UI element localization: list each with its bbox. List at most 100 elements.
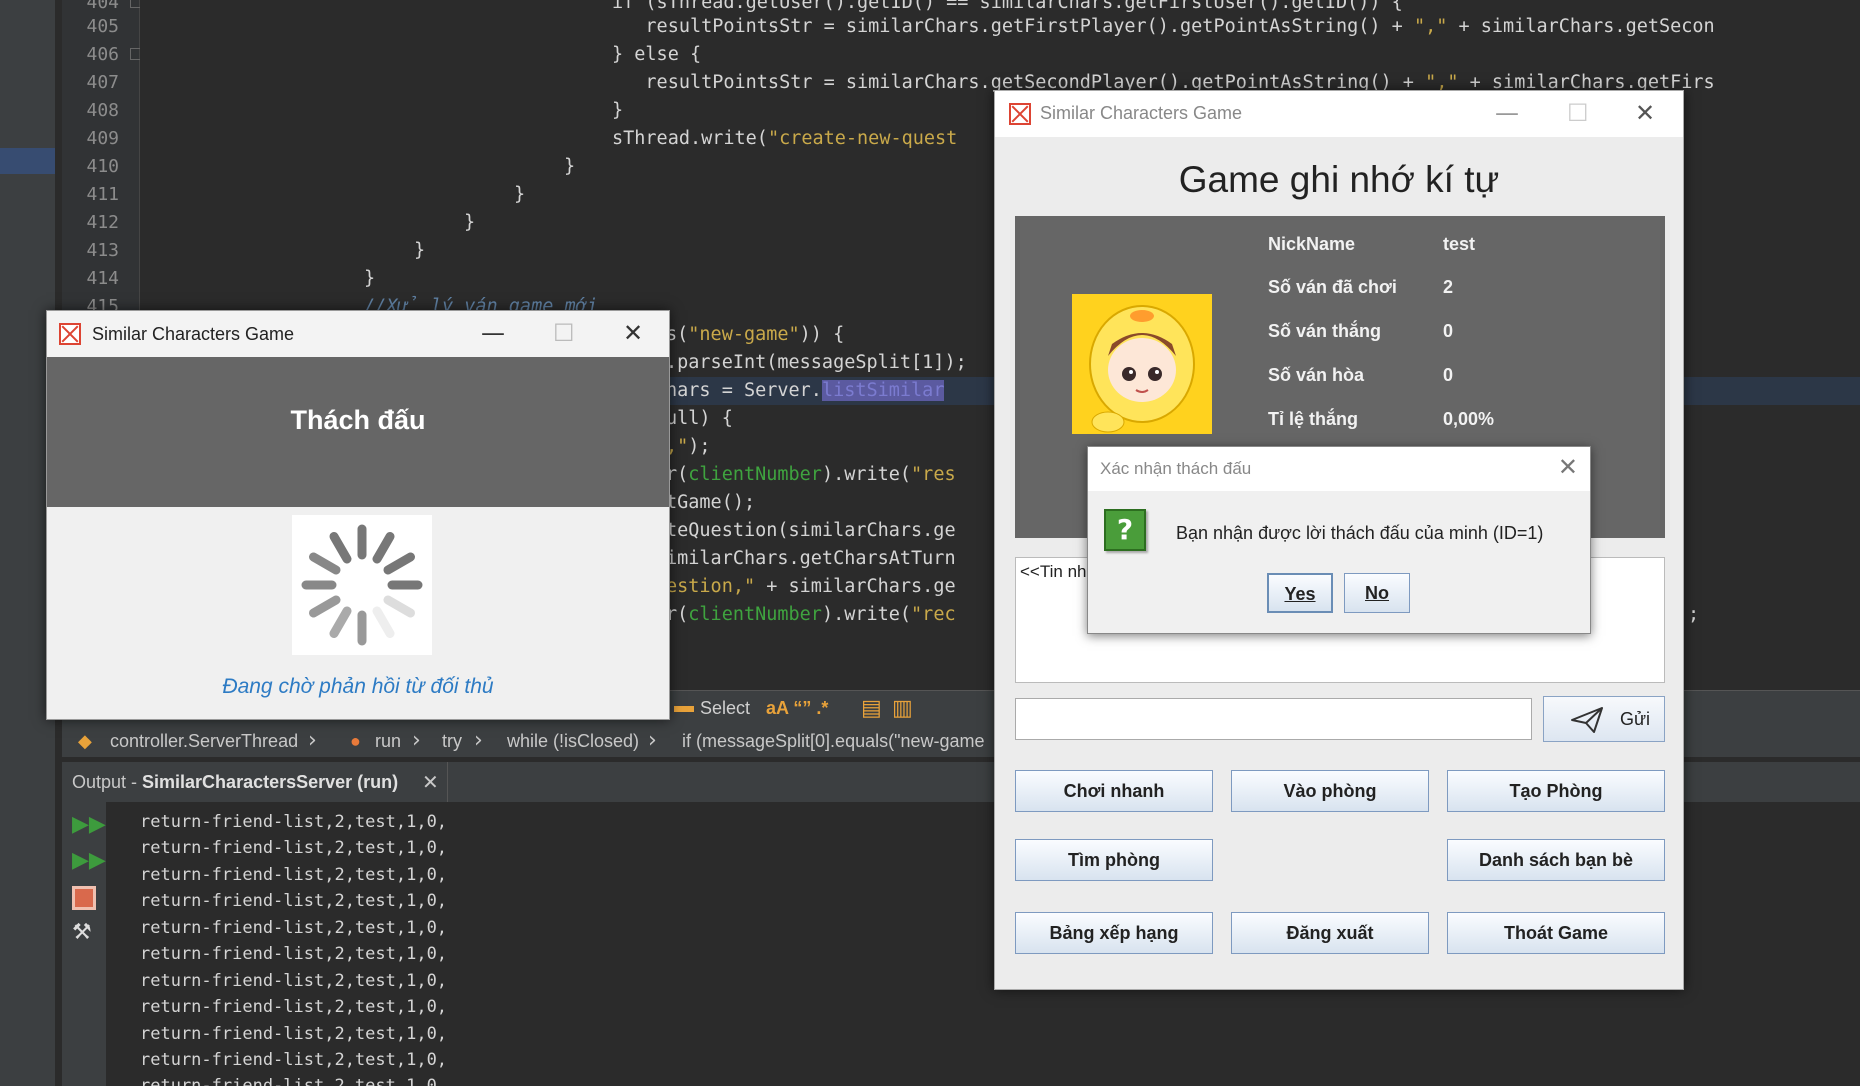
code-line: }	[514, 184, 526, 205]
rerun-with-options-icon[interactable]: ▶▶	[72, 848, 106, 873]
quick-play-button[interactable]: Chơi nhanh	[1015, 770, 1213, 812]
win-rate-label: Tỉ lệ thắng	[1268, 409, 1358, 429]
line-number: 412	[86, 212, 119, 233]
chevron-right-icon: ›	[308, 728, 317, 753]
main-window-titlebar[interactable]: Similar Characters Game — ☐ ✕	[995, 91, 1683, 137]
question-icon: ?	[1104, 509, 1146, 551]
friends-list-button[interactable]: Danh sách bạn bè	[1447, 839, 1665, 881]
win-rate-value: 0,00%	[1443, 409, 1495, 429]
breadcrumb-try[interactable]: try	[442, 731, 462, 752]
code-line: } else {	[612, 44, 702, 65]
ide-selection-marker	[0, 148, 55, 174]
settings-icon[interactable]: ⚒	[72, 920, 96, 945]
close-button[interactable]: ✕	[1635, 99, 1655, 127]
code-line: imilarChars.getCharsAtTurn	[666, 548, 956, 569]
match-case-icon[interactable]: aA “” .*	[766, 698, 828, 719]
minimize-button[interactable]: —	[481, 319, 505, 347]
code-line: tGame();	[666, 492, 756, 513]
games-drawn-value: 0	[1443, 365, 1454, 385]
maximize-button: ☐	[1567, 99, 1589, 127]
close-icon[interactable]: ✕	[1558, 453, 1578, 481]
dialog-titlebar[interactable]: Xác nhận thách đấu ✕	[1088, 447, 1590, 491]
maximize-button: ☐	[553, 319, 575, 347]
line-number: 409	[86, 128, 119, 149]
breadcrumb-if[interactable]: if (messageSplit[0].equals("new-game	[682, 731, 985, 752]
line-number: 404	[86, 0, 119, 13]
line-number: 405	[86, 16, 119, 37]
method-icon: ●	[350, 731, 361, 751]
tab-output[interactable]: Output - SimilarCharactersServer (run) ✕	[62, 762, 448, 802]
line-number: 410	[86, 156, 119, 177]
code-line: s("new-game")) {	[666, 324, 845, 345]
rerun-icon[interactable]: ▶▶	[72, 812, 106, 837]
code-line: }	[564, 156, 576, 177]
output-line: return-friend-list,2,test,1,0,	[140, 838, 448, 858]
code-line: ;	[1688, 604, 1700, 625]
code-line: resultPointsStr = similarChars.getFirstP…	[612, 16, 1715, 37]
avatar	[1072, 294, 1212, 434]
dialog-message: Bạn nhận được lời thách đấu của minh (ID…	[1176, 523, 1544, 543]
logout-button[interactable]: Đăng xuất	[1231, 912, 1429, 954]
dialog-title: Xác nhận thách đấu	[1100, 459, 1252, 478]
multiselect-icon[interactable]: ▤	[861, 695, 882, 721]
output-line: return-friend-list,2,test,1,0,	[140, 891, 448, 911]
close-icon[interactable]: ✕	[422, 770, 439, 794]
select-all-icon[interactable]: ▥	[892, 695, 913, 721]
message-input[interactable]	[1015, 698, 1532, 740]
challenge-heading: Thách đấu	[290, 405, 426, 435]
code-line: }	[464, 212, 476, 233]
create-room-button[interactable]: Tạo Phòng	[1447, 770, 1665, 812]
chevron-right-icon: ›	[412, 728, 421, 753]
confirm-challenge-dialog: Xác nhận thách đấu ✕ ? Bạn nhận được lời…	[1087, 446, 1591, 634]
send-button[interactable]: Gửi	[1543, 696, 1665, 742]
window-title: Similar Characters Game	[92, 324, 295, 344]
output-line: return-friend-list,2,test,1,0,	[140, 812, 448, 832]
code-line: }	[364, 268, 376, 289]
output-line: return-friend-list,2,test,1,0,	[140, 865, 448, 885]
output-line: return-friend-list,2,test,1,0,	[140, 1050, 448, 1070]
chevron-right-icon: ›	[474, 728, 483, 753]
select-button[interactable]: Select	[700, 698, 750, 719]
breadcrumb-while[interactable]: while (!isClosed)	[507, 731, 639, 752]
code-line: teQuestion(similarChars.ge	[666, 520, 956, 541]
join-room-button[interactable]: Vào phòng	[1231, 770, 1429, 812]
output-line: return-friend-list,2,test,1,0,	[140, 971, 448, 991]
code-line: estion," + similarChars.ge	[666, 576, 956, 597]
line-number: 406	[86, 44, 119, 65]
code-line: ull) {	[666, 408, 733, 429]
stop-icon[interactable]	[72, 886, 96, 910]
line-number: 414	[86, 268, 119, 289]
window-title: Similar Characters Game	[1040, 103, 1243, 123]
code-line: sThread.write("create-new-quest	[612, 128, 958, 149]
app-icon	[1009, 103, 1031, 125]
games-won-label: Số ván thắng	[1268, 321, 1382, 341]
exit-game-button[interactable]: Thoát Game	[1447, 912, 1665, 954]
output-line: return-friend-list,2,test,1,0,	[140, 944, 448, 964]
find-room-button[interactable]: Tìm phòng	[1015, 839, 1213, 881]
output-line: return-friend-list,2,test,1,0,	[140, 997, 448, 1017]
challenge-window-titlebar[interactable]: Similar Characters Game — ☐ ✕	[47, 311, 669, 357]
output-line: return-friend-list,2,test,1,0,	[140, 1076, 448, 1086]
close-button[interactable]: ✕	[623, 319, 643, 347]
challenge-header: Thách đấu	[47, 357, 669, 507]
yes-button[interactable]: Yes	[1267, 573, 1333, 613]
select-icon[interactable]: ▬	[674, 695, 694, 718]
nickname-value: test	[1443, 234, 1476, 254]
games-won-value: 0	[1443, 321, 1454, 341]
code-line: ,");	[666, 436, 711, 457]
code-line: r(clientNumber).write("rec	[666, 604, 956, 625]
code-line: if (sThread.getUser().getID() == similar…	[612, 0, 1403, 13]
breadcrumb-method[interactable]: run	[375, 731, 401, 752]
chevron-right-icon: ›	[648, 728, 657, 753]
output-line: return-friend-list,2,test,1,0,	[140, 918, 448, 938]
send-label: Gửi	[1620, 709, 1651, 729]
send-icon	[1571, 707, 1603, 733]
minimize-button[interactable]: —	[1495, 99, 1519, 127]
breadcrumb-class[interactable]: controller.ServerThread	[110, 731, 298, 752]
page-title: Game ghi nhớ kí tự	[1178, 159, 1500, 200]
chat-text: <<Tin nh	[1020, 562, 1087, 581]
class-icon: ◆	[78, 731, 92, 751]
leaderboard-button[interactable]: Bảng xếp hạng	[1015, 912, 1213, 954]
code-line: r(clientNumber).write("res	[666, 464, 956, 485]
no-button[interactable]: No	[1344, 573, 1410, 613]
